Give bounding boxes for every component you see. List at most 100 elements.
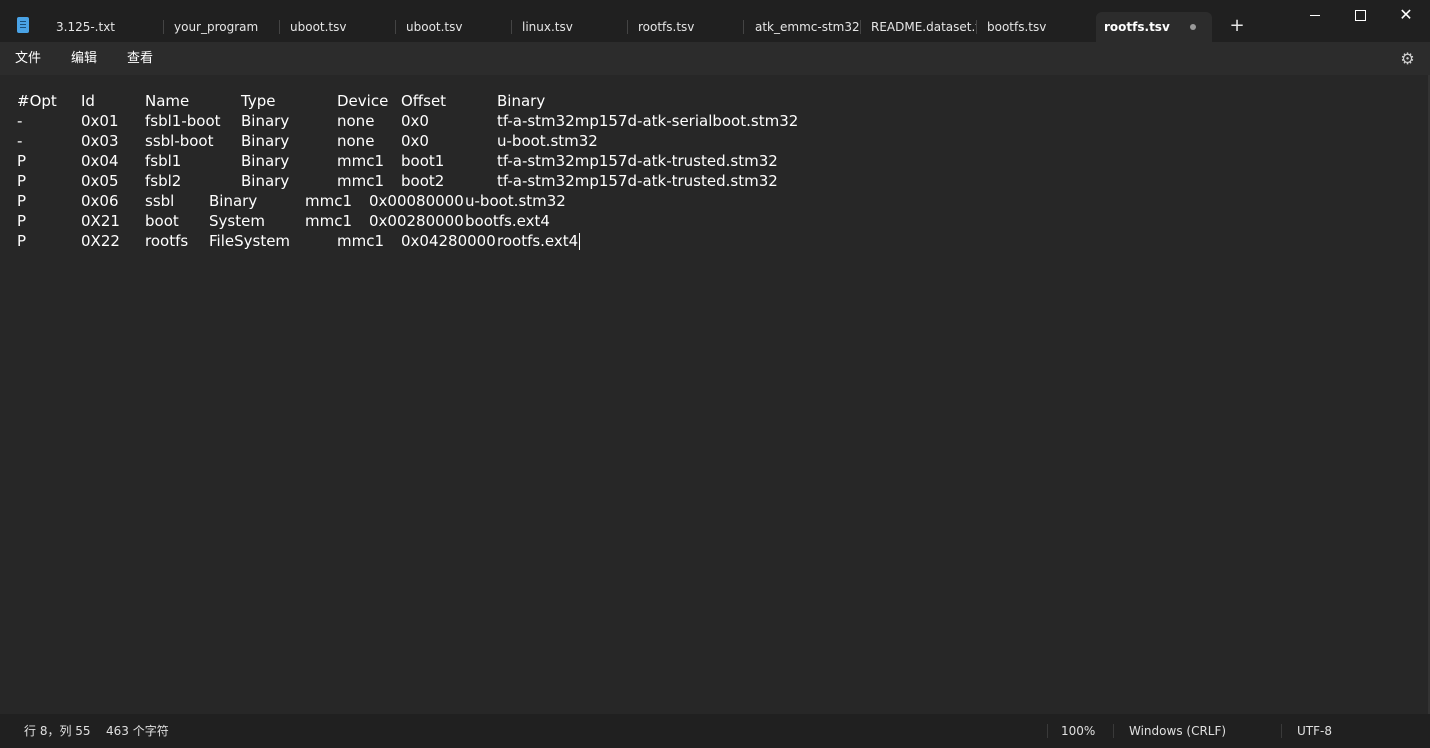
editor-cell: boot1	[401, 152, 445, 170]
menu-bar: 文件 编辑 查看 ⚙	[0, 42, 1430, 75]
editor-cell: P	[17, 192, 27, 210]
menu-file[interactable]: 文件	[15, 42, 41, 75]
tab-linux-tsv[interactable]: linux.tsv	[522, 12, 628, 42]
status-bar: 行 8，列 55 463 个字符 100% Windows (CRLF) UTF…	[0, 714, 1430, 748]
editor-cell: 0x0	[401, 132, 429, 150]
editor-cell: P	[17, 152, 27, 170]
tab-bar: 3.125-.txt your_program uboot.tsv uboot.…	[0, 0, 1430, 42]
editor-cell: rootfs	[145, 232, 189, 250]
editor-cell: Binary	[241, 152, 290, 170]
editor-cell: 0X21	[81, 212, 120, 230]
maximize-button[interactable]	[1337, 0, 1383, 32]
status-divider	[1281, 724, 1282, 738]
editor-cell: Binary	[209, 192, 258, 210]
editor-cell: mmc1	[337, 152, 385, 170]
tab-uboot-tsv[interactable]: uboot.tsv	[290, 12, 396, 42]
editor-cell: -	[17, 132, 23, 150]
editor-cell: mmc1	[305, 192, 353, 210]
editor-cell: System	[209, 212, 265, 230]
close-button[interactable]: ✕	[1383, 0, 1429, 32]
editor-cell: Id	[81, 92, 95, 110]
tab-readme-dataset[interactable]: README.dataset.tx	[871, 12, 977, 42]
editor-cell: FileSystem	[209, 232, 291, 250]
menu-edit[interactable]: 编辑	[71, 42, 97, 75]
editor-cell: u-boot.stm32	[497, 132, 598, 150]
tab-label: bootfs.tsv	[987, 20, 1047, 34]
editor-cell: 0x01	[81, 112, 119, 130]
editor-cell: Binary	[241, 132, 290, 150]
editor-cell: mmc1	[305, 212, 353, 230]
tab-label: uboot.tsv	[290, 20, 347, 34]
editor-cell: rootfs.ext4	[497, 232, 579, 250]
tab-uboot-tsv-2[interactable]: uboot.tsv	[406, 12, 512, 42]
editor-cell: Binary	[497, 92, 546, 110]
editor-cell: 0x03	[81, 132, 119, 150]
tab-3-125-txt[interactable]: 3.125-.txt	[56, 12, 164, 42]
editor-cell: P	[17, 212, 27, 230]
status-divider	[1113, 724, 1114, 738]
cursor-position[interactable]: 行 8，列 55	[24, 714, 91, 748]
editor-cell: Offset	[401, 92, 447, 110]
editor-cell: boot	[145, 212, 179, 230]
notepad-window: 3.125-.txt your_program uboot.tsv uboot.…	[0, 0, 1430, 748]
tab-your-program[interactable]: your_program	[174, 12, 280, 42]
tab-rootfs-tsv-active[interactable]: rootfs.tsv	[1096, 12, 1212, 42]
editor-cell: ssbl	[145, 192, 175, 210]
tab-label: rootfs.tsv	[1104, 20, 1170, 34]
editor-cell: u-boot.stm32	[465, 192, 566, 210]
editor-cell: Binary	[241, 172, 290, 190]
tab-atk-emmc[interactable]: atk_emmc-stm32m	[755, 12, 861, 42]
tab-label: rootfs.tsv	[638, 20, 695, 34]
editor-cell: ssbl-boot	[145, 132, 214, 150]
text-caret	[579, 233, 580, 250]
new-tab-button[interactable]: +	[1226, 14, 1248, 38]
editor-cell: 0x05	[81, 172, 119, 190]
tab-label: uboot.tsv	[406, 20, 463, 34]
editor-cell: bootfs.ext4	[465, 212, 550, 230]
editor-cell: P	[17, 232, 27, 250]
editor-cell: Name	[145, 92, 190, 110]
unsaved-dot-icon[interactable]	[1190, 24, 1196, 30]
tab-label: linux.tsv	[522, 20, 573, 34]
status-divider	[1047, 724, 1048, 738]
tab-label: README.dataset.tx	[871, 20, 977, 34]
settings-gear-icon[interactable]: ⚙	[1400, 51, 1415, 67]
editor-cell: mmc1	[337, 172, 385, 190]
editor-cell: fsbl1	[145, 152, 182, 170]
encoding[interactable]: UTF-8	[1297, 714, 1332, 748]
editor-cell: fsbl1-boot	[145, 112, 221, 130]
zoom-level[interactable]: 100%	[1061, 714, 1095, 748]
minimize-button[interactable]	[1292, 0, 1338, 32]
close-icon: ✕	[1399, 5, 1413, 24]
editor-cell: Binary	[241, 112, 290, 130]
editor-cell: none	[337, 112, 375, 130]
editor-cell: tf-a-stm32mp157d-atk-trusted.stm32	[497, 172, 778, 190]
text-editor[interactable]: #Opt Id Name Type Device Offset Binary - 0x01 fsb…	[0, 75, 1428, 714]
editor-cell: 0x00080000	[369, 192, 464, 210]
editor-cell: -	[17, 112, 23, 130]
minimize-icon	[1310, 15, 1320, 16]
editor-cell: P	[17, 172, 27, 190]
editor-cell: tf-a-stm32mp157d-atk-trusted.stm32	[497, 152, 778, 170]
editor-cell: 0x04280000	[401, 232, 496, 250]
character-count: 463 个字符	[106, 724, 169, 738]
editor-cell: fsbl2	[145, 172, 182, 190]
editor-cell: #Opt	[17, 92, 57, 110]
editor-cell: 0x04	[81, 152, 119, 170]
tab-label: atk_emmc-stm32m	[755, 20, 861, 34]
tab-bootfs-tsv[interactable]: bootfs.tsv	[987, 12, 1087, 42]
menu-view[interactable]: 查看	[127, 42, 153, 75]
tab-label: your_program	[174, 20, 259, 34]
editor-cell: boot2	[401, 172, 445, 190]
maximize-icon	[1354, 10, 1366, 21]
editor-cell: Type	[241, 92, 276, 110]
editor-cell: Device	[337, 92, 389, 110]
notepad-app-icon	[17, 17, 29, 33]
editor-cell: mmc1	[337, 232, 385, 250]
editor-cell: 0x0	[401, 112, 429, 130]
editor-cell: 0X22	[81, 232, 120, 250]
editor-cell: tf-a-stm32mp157d-atk-serialboot.stm32	[497, 112, 799, 130]
tab-label: 3.125-.txt	[56, 20, 116, 34]
line-ending[interactable]: Windows (CRLF)	[1129, 714, 1226, 748]
tab-rootfs-tsv[interactable]: rootfs.tsv	[638, 12, 744, 42]
